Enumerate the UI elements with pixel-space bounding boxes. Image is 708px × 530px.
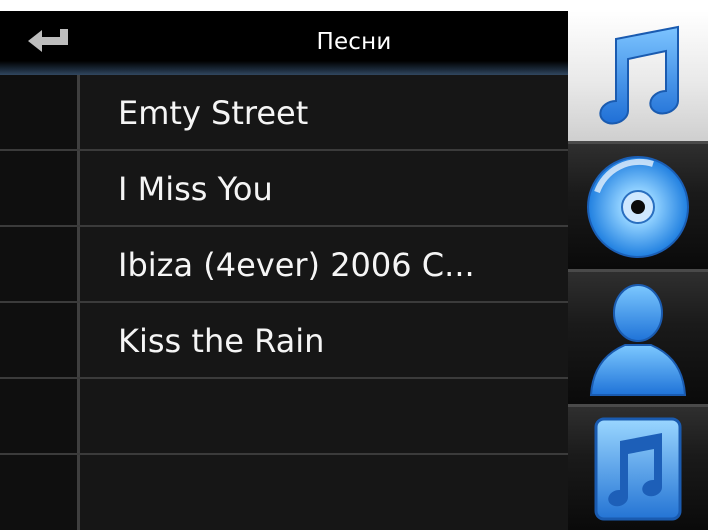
nav-artists-button[interactable] xyxy=(568,272,708,404)
song-title: I Miss You xyxy=(118,170,273,208)
song-row[interactable] xyxy=(0,455,568,530)
row-index-cell xyxy=(0,75,80,149)
nav-playlists-button[interactable] xyxy=(568,407,708,530)
song-row[interactable]: Emty Street xyxy=(0,75,568,151)
nav-songs-button[interactable] xyxy=(568,11,708,141)
nav-albums-button[interactable] xyxy=(568,144,708,269)
cd-disc-icon xyxy=(587,155,689,258)
row-index-cell xyxy=(0,151,80,225)
playlist-music-icon xyxy=(594,417,682,520)
song-list: Emty Street I Miss You Ibiza (4ever) 200… xyxy=(0,75,568,530)
row-index-cell xyxy=(0,379,80,453)
page-title: Песни xyxy=(316,29,392,55)
music-note-icon xyxy=(599,25,679,125)
song-row[interactable]: I Miss You xyxy=(0,151,568,227)
song-title xyxy=(118,455,563,530)
row-index-cell xyxy=(0,227,80,301)
row-index-cell xyxy=(0,455,80,530)
song-title xyxy=(118,379,563,453)
song-title: Emty Street xyxy=(118,94,309,132)
song-title: Kiss the Rain xyxy=(118,322,325,360)
song-row[interactable] xyxy=(0,379,568,455)
artist-person-icon xyxy=(589,284,687,396)
song-title: Ibiza (4ever) 2006 C... xyxy=(118,246,475,284)
category-nav xyxy=(568,11,708,530)
song-row[interactable]: Ibiza (4ever) 2006 C... xyxy=(0,227,568,303)
music-player-screen: Песни Emty Street I Miss You Ibiza (4eve… xyxy=(0,11,708,530)
row-index-cell xyxy=(0,303,80,377)
song-row[interactable]: Kiss the Rain xyxy=(0,303,568,379)
return-arrow-icon xyxy=(28,29,68,52)
header-bar: Песни xyxy=(0,11,568,75)
back-button[interactable] xyxy=(22,25,78,61)
